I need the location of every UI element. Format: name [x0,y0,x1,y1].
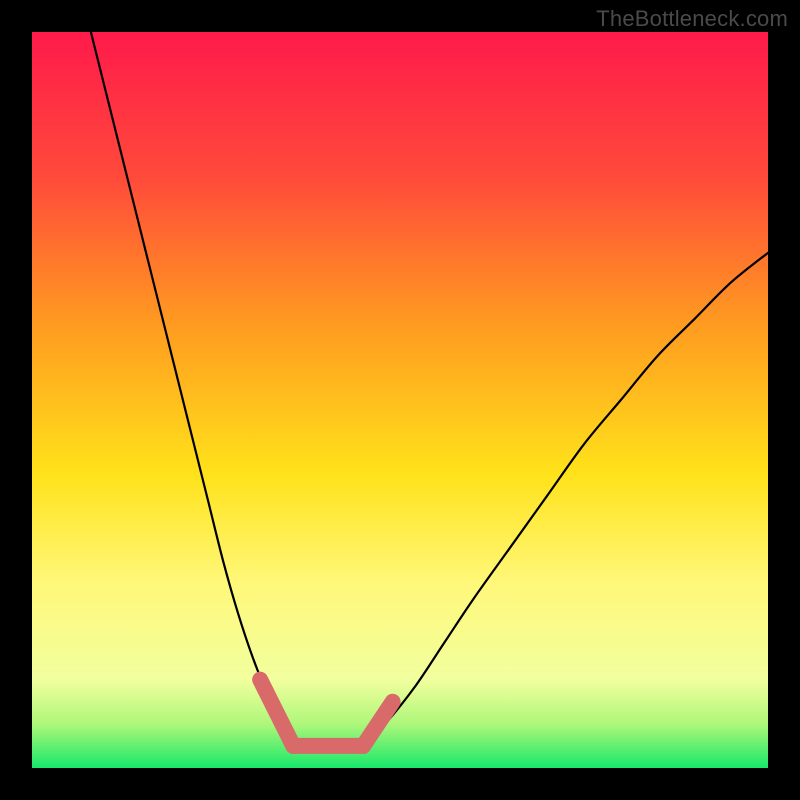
chart-frame: TheBottleneck.com [0,0,800,800]
watermark-text: TheBottleneck.com [596,6,788,32]
plot-area [32,32,768,768]
bottleneck-chart [0,0,800,800]
